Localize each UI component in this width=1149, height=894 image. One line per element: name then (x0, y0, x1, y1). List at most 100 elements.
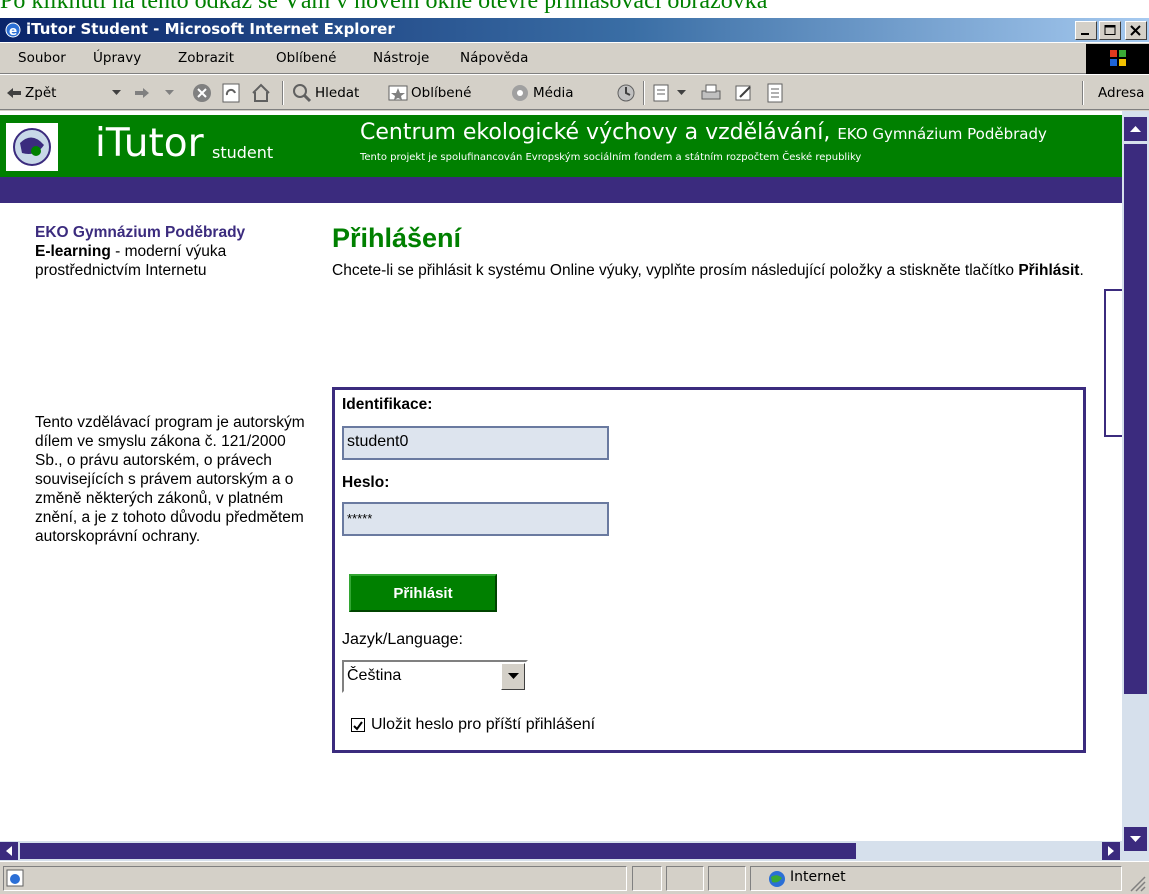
discuss-button[interactable] (766, 82, 787, 104)
minimize-icon (1081, 33, 1089, 35)
remember-password-label: Uložit heslo pro příští přihlášení (371, 716, 596, 733)
window-title: iTutor Student - Microsoft Internet Expl… (26, 20, 395, 38)
horizontal-scrollbar[interactable] (0, 841, 1122, 861)
edit-icon (735, 85, 751, 101)
arrow-down-icon (1130, 836, 1141, 842)
vertical-scrollbar[interactable] (1122, 111, 1149, 861)
identification-input[interactable]: student0 (342, 426, 609, 460)
mail-button[interactable] (652, 82, 689, 104)
page-viewport: iTutor student Centrum ekologické výchov… (0, 111, 1122, 841)
login-form: Identifikace: student0 Heslo: ***** Přih… (332, 387, 1086, 753)
intro-text: Chcete-li se přihlásit k systému Online … (332, 261, 1102, 281)
horizontal-scroll-thumb[interactable] (20, 843, 856, 859)
arrow-left-icon (6, 846, 12, 856)
stop-button[interactable] (192, 82, 215, 104)
menu-zobrazit[interactable]: Zobrazit (178, 50, 234, 66)
sidebar-org: EKO Gymnázium Poděbrady (35, 224, 246, 241)
menu-soubor[interactable]: Soubor (18, 50, 66, 66)
language-select-value: Čeština (347, 667, 402, 684)
forward-dropdown-button[interactable] (165, 82, 177, 104)
resize-grip-icon[interactable] (1128, 874, 1146, 892)
maximize-button[interactable] (1099, 21, 1121, 40)
identification-label: Identifikace: (342, 396, 433, 413)
favorites-icon (388, 85, 408, 101)
ie-icon: e (5, 22, 21, 38)
remember-password-checkbox[interactable]: Uložit heslo pro příští přihlášení (351, 716, 595, 734)
menu-oblibene[interactable]: Oblíbené (276, 50, 336, 66)
print-button[interactable] (700, 82, 725, 104)
banner-title-school: EKO Gymnázium Poděbrady (837, 125, 1047, 143)
brand-subtitle: student (212, 143, 274, 162)
login-button[interactable]: Přihlásit (349, 574, 497, 612)
sidebar-copyright: Tento vzdělávací program je autorským dí… (35, 414, 305, 545)
history-button[interactable] (616, 82, 639, 104)
windows-logo-icon (1086, 44, 1149, 74)
scroll-up-button[interactable] (1124, 117, 1147, 141)
address-label[interactable]: Adresa (1098, 82, 1144, 104)
intro-text-bold: Přihlásit (1018, 262, 1080, 279)
banner-funding-note: Tento projekt je spolufinancován Evropsk… (360, 152, 862, 163)
media-icon (512, 85, 528, 101)
vertical-scroll-thumb[interactable] (1124, 144, 1147, 694)
intro-text-end: . (1079, 262, 1084, 279)
media-button[interactable]: Média (510, 82, 574, 104)
school-logo (6, 123, 58, 171)
menu-upravy[interactable]: Úpravy (93, 50, 141, 66)
scroll-down-button[interactable] (1124, 827, 1147, 851)
home-icon (252, 83, 270, 102)
page-caption: Po kliknutí na tento odkaz se Vám v nové… (0, 0, 768, 14)
search-button[interactable]: Hledat (292, 82, 359, 104)
toolbar-separator (643, 81, 645, 105)
language-select[interactable]: Čeština (342, 660, 528, 693)
status-panel (708, 866, 746, 891)
toolbar-separator (282, 81, 284, 105)
back-button[interactable]: Zpět (6, 82, 56, 104)
back-label: Zpět (25, 85, 57, 101)
search-label: Hledat (315, 85, 360, 101)
history-icon (617, 84, 635, 102)
title-bar[interactable]: e iTutor Student - Microsoft Internet Ex… (0, 18, 1149, 42)
globe-icon (769, 871, 785, 887)
chevron-down-icon (112, 90, 121, 95)
site-banner: iTutor student Centrum ekologické výchov… (0, 115, 1122, 177)
close-button[interactable] (1125, 21, 1147, 40)
banner-title: Centrum ekologické výchovy a vzdělávání,… (360, 120, 1047, 145)
media-label: Média (533, 85, 574, 101)
menu-napoveda[interactable]: Nápověda (460, 50, 528, 66)
password-input[interactable]: ***** (342, 502, 609, 536)
favorites-label: Oblíbené (411, 85, 472, 101)
menu-nastroje[interactable]: Nástroje (373, 50, 429, 66)
document-icon (767, 83, 783, 103)
forward-button[interactable] (134, 82, 153, 104)
maximize-icon (1104, 25, 1116, 35)
refresh-button[interactable] (222, 82, 243, 104)
minimize-button[interactable] (1075, 21, 1097, 40)
language-dropdown-button[interactable] (501, 663, 525, 690)
side-bracket (1104, 289, 1122, 437)
intro-text-main: Chcete-li se přihlásit k systému Online … (332, 262, 1019, 279)
scroll-left-button[interactable] (0, 842, 18, 860)
toolbar: Zpět Hledat Oblíbené Média Adresa (0, 74, 1149, 110)
home-button[interactable] (251, 82, 274, 104)
edit-button[interactable] (734, 82, 757, 104)
back-dropdown-button[interactable] (112, 82, 124, 104)
checkbox-box[interactable] (351, 718, 365, 732)
forward-arrow-icon (135, 88, 149, 98)
page-title: Přihlášení (332, 223, 462, 253)
back-arrow-icon (7, 88, 21, 98)
arrow-right-icon (1108, 846, 1114, 856)
status-panel (666, 866, 704, 891)
language-label: Jazyk/Language: (342, 631, 463, 648)
chevron-down-icon (508, 673, 519, 679)
scroll-right-button[interactable] (1102, 842, 1120, 860)
toolbar-separator (1082, 81, 1084, 105)
search-icon (293, 84, 312, 103)
status-bar: Internet (0, 861, 1149, 894)
browser-window: e iTutor Student - Microsoft Internet Ex… (0, 18, 1149, 894)
mail-icon (653, 84, 669, 102)
checkmark-icon (353, 721, 363, 731)
sidebar: EKO Gymnázium Poděbrady E-learning - mod… (35, 223, 305, 280)
purple-bar (0, 177, 1122, 203)
favorites-button[interactable]: Oblíbené (388, 82, 471, 104)
banner-title-main: Centrum ekologické výchovy a vzdělávání, (360, 120, 831, 145)
